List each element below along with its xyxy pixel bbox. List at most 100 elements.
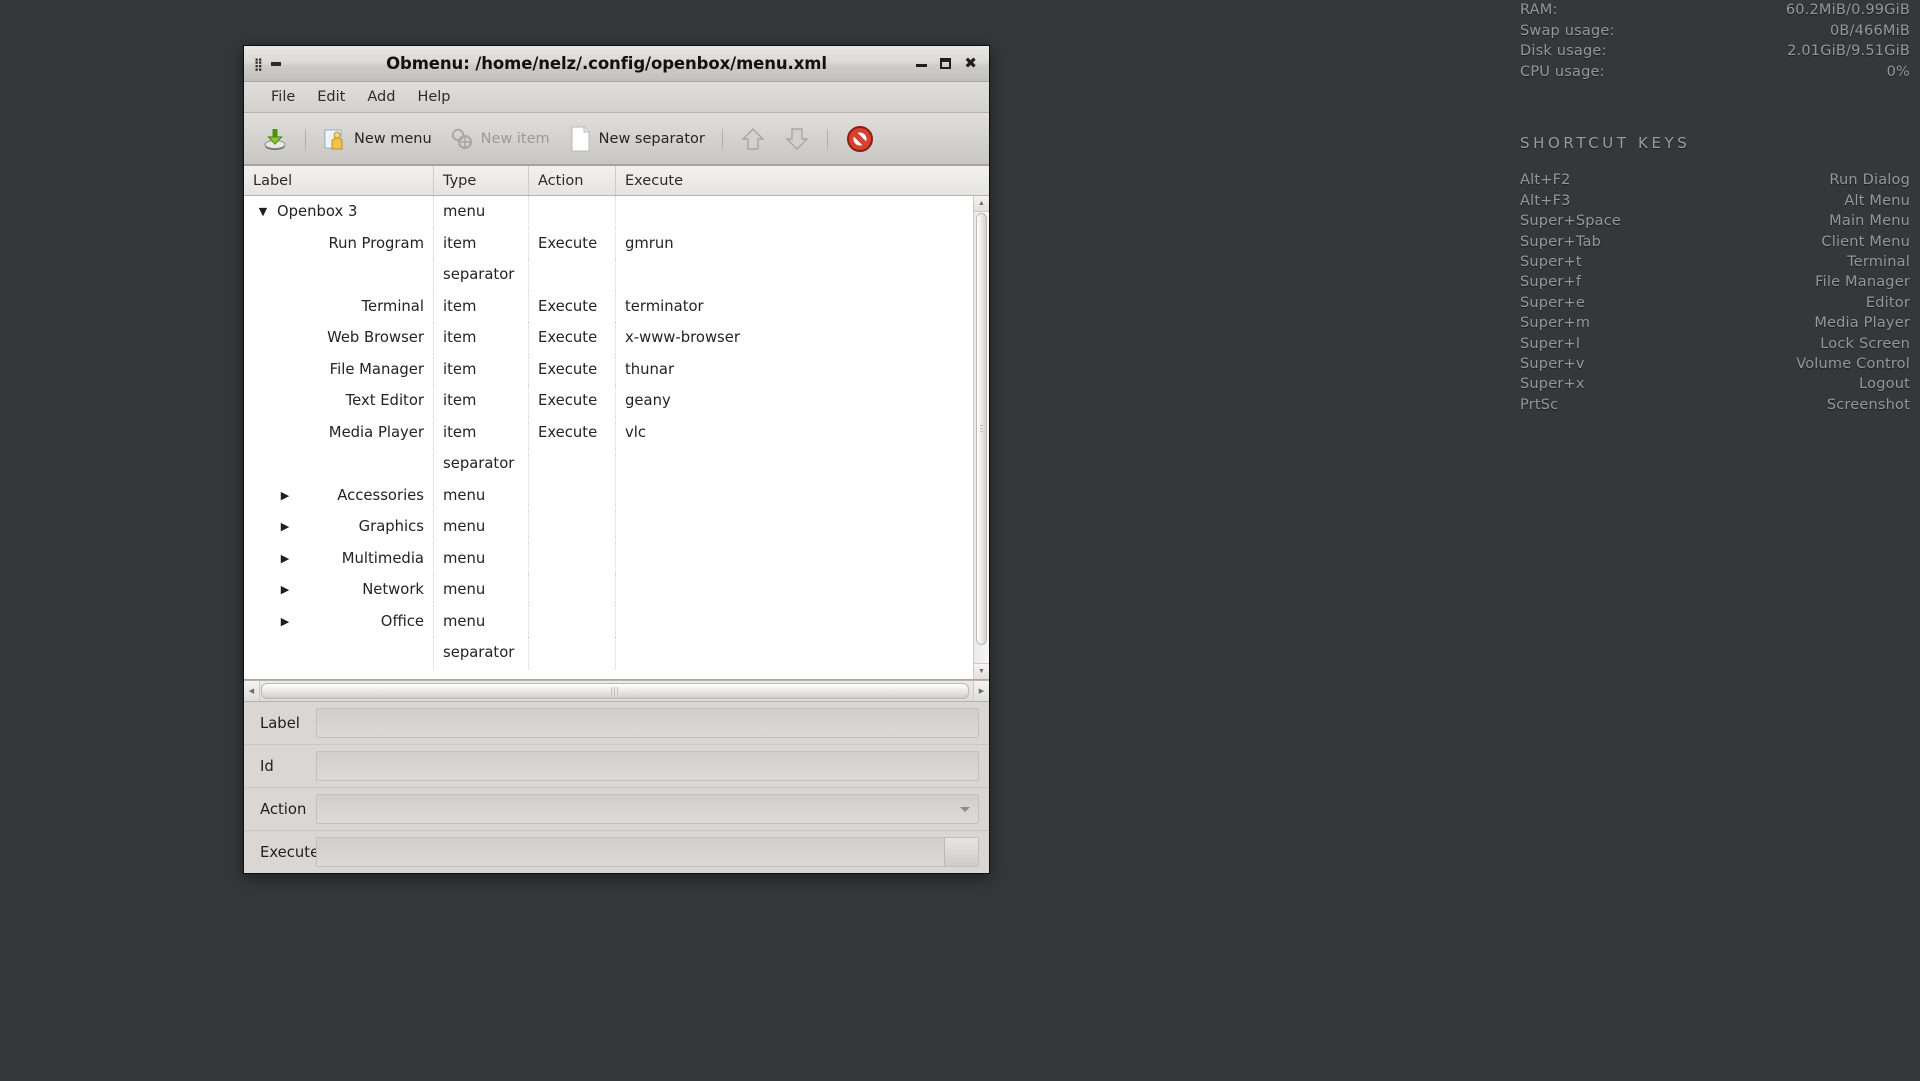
conky-shortcut-row: PrtSc Screenshot <box>1520 395 1910 415</box>
conky-shortcut-row: Super+f File Manager <box>1520 272 1910 292</box>
chevron-down-icon[interactable] <box>960 807 970 812</box>
conky-shortcut-key: Super+x <box>1520 376 1585 393</box>
tree-label-text: File Manager <box>329 360 424 378</box>
tree-row[interactable]: ▶ Graphics menu <box>244 511 973 543</box>
tree-label-text: Terminal <box>361 297 424 315</box>
conky-shortcut-value: Lock Screen <box>1820 335 1910 352</box>
menu-edit[interactable]: Edit <box>306 86 356 108</box>
tree-row[interactable]: Web Browser item Execute x-www-browser <box>244 322 973 354</box>
tree-cell-action: Execute <box>529 290 616 322</box>
menu-add[interactable]: Add <box>356 86 406 108</box>
scroll-left-button[interactable]: ◀ <box>244 681 260 701</box>
tree-row[interactable]: ▶ Network menu <box>244 574 973 606</box>
scroll-down-button[interactable]: ▼ <box>974 663 989 679</box>
tree-rows-container: ▼ Openbox 3 menu Run Program item Execute gmru… <box>244 196 973 679</box>
tree-cell-execute: x-www-browser <box>625 329 740 347</box>
conky-shortcut-key: Super+Space <box>1520 213 1622 230</box>
tree-row[interactable]: Text Editor item Execute geany <box>244 385 973 417</box>
arrow-down-icon <box>784 126 810 152</box>
conky-shortcut-row: Super+t Terminal <box>1520 252 1910 272</box>
tree-label-text: Run Program <box>328 234 424 252</box>
tree-cell-execute <box>616 543 973 575</box>
tree-row[interactable]: ▼ Openbox 3 menu <box>244 196 973 228</box>
action-input[interactable] <box>316 794 979 824</box>
conky-shortcut-value: Client Menu <box>1821 233 1910 250</box>
tree-row[interactable]: separator <box>244 448 973 480</box>
new-separator-button[interactable]: New separator <box>560 122 713 156</box>
tree-expander-collapsed-icon[interactable]: ▶ <box>274 553 296 564</box>
conky-shortcut-key: Super+Tab <box>1520 233 1601 250</box>
tree-cell-execute <box>616 480 973 512</box>
conky-shortcut-key: Super+l <box>1520 335 1581 352</box>
tree-row[interactable]: separator <box>244 259 973 291</box>
tree-row[interactable]: Run Program item Execute gmrun <box>244 227 973 259</box>
tree-cell-execute <box>616 511 973 543</box>
tree-expander-collapsed-icon[interactable]: ▶ <box>274 521 296 532</box>
tree-column-header-label[interactable]: Label <box>244 166 434 195</box>
toolbar-separator-1 <box>305 124 306 153</box>
menu-help[interactable]: Help <box>406 86 461 108</box>
tree-expander-collapsed-icon[interactable]: ▶ <box>274 490 296 501</box>
conky-shortcut-row: Alt+F2 Run Dialog <box>1520 170 1910 190</box>
menu-tree-view: Label Type Action Execute ▼ Openbox 3 menu… <box>244 165 989 680</box>
tree-cell-type: item <box>434 416 529 448</box>
window-shade-icon[interactable] <box>270 61 281 66</box>
window-titlebar[interactable]: ⣿ Obmenu: /home/nelz/.config/openbox/men… <box>244 46 989 82</box>
tree-column-header-execute[interactable]: Execute <box>616 166 989 195</box>
titlebar-left-icons: ⣿ <box>254 58 314 70</box>
scroll-up-button[interactable]: ▲ <box>974 196 989 212</box>
tree-expander-expanded-icon[interactable]: ▼ <box>252 206 274 217</box>
move-down-button[interactable] <box>776 122 818 156</box>
desktop: RAM: 60.2MiB/0.99GiB Swap usage: 0B/466MiB D… <box>0 0 1920 1081</box>
tree-column-header-type[interactable]: Type <box>434 166 529 195</box>
hscroll-thumb-grip <box>611 687 619 695</box>
tree-row[interactable]: Media Player item Execute vlc <box>244 416 973 448</box>
window-title: Obmenu: /home/nelz/.config/openbox/menu.… <box>386 54 827 73</box>
conky-shortcut-keys-title: SHORTCUT KEYS <box>1520 134 1691 153</box>
tree-cell-action <box>529 196 616 228</box>
tree-horizontal-scrollbar[interactable]: ◀ ▶ <box>244 680 989 702</box>
tree-row[interactable]: ▶ Multimedia menu <box>244 542 973 575</box>
tree-expander-collapsed-icon[interactable]: ▶ <box>274 584 296 595</box>
tree-cell-type: separator <box>434 637 529 669</box>
minimize-icon[interactable] <box>916 64 928 67</box>
tree-cell-action <box>529 605 616 637</box>
tree-cell-type: separator <box>434 259 529 291</box>
tree-cell-action <box>529 448 616 480</box>
tree-column-header-action[interactable]: Action <box>529 166 616 195</box>
conky-shortcut-row: Super+v Volume Control <box>1520 354 1910 374</box>
maximize-icon[interactable] <box>940 58 952 69</box>
id-input[interactable] <box>316 751 979 781</box>
conky-shortcut-key: Super+m <box>1520 315 1591 332</box>
tree-row[interactable]: File Manager item Execute thunar <box>244 353 973 385</box>
move-up-button[interactable] <box>732 122 774 156</box>
tree-expander-collapsed-icon[interactable]: ▶ <box>274 616 296 627</box>
menu-file[interactable]: File <box>260 86 306 108</box>
delete-button[interactable] <box>837 120 883 158</box>
label-input[interactable] <box>316 708 979 738</box>
horizontal-scroll-thumb[interactable] <box>261 683 969 699</box>
tree-row[interactable]: separator <box>244 637 973 669</box>
execute-input[interactable] <box>316 837 979 867</box>
conky-shortcut-value: Run Dialog <box>1829 172 1910 189</box>
scroll-right-button[interactable]: ▶ <box>973 681 989 701</box>
tree-row[interactable]: Terminal item Execute terminator <box>244 290 973 322</box>
execute-browse-button[interactable] <box>944 838 978 866</box>
tree-cell-action <box>529 259 616 291</box>
tree-cell-type: menu <box>434 196 529 228</box>
conky-shortcut-key: Alt+F2 <box>1520 172 1571 189</box>
tree-vertical-scrollbar[interactable]: ▲ ▼ <box>973 196 989 679</box>
conky-shortcut-row: Super+Space Main Menu <box>1520 211 1910 231</box>
tree-row[interactable]: ▶ Office menu <box>244 605 973 637</box>
vertical-scroll-thumb[interactable] <box>976 213 987 645</box>
window-menu-icon[interactable]: ⣿ <box>254 58 263 70</box>
new-menu-button[interactable]: New menu <box>315 123 440 155</box>
new-item-label: New item <box>480 130 550 147</box>
save-button[interactable] <box>254 122 296 156</box>
new-item-button[interactable]: New item <box>442 123 558 155</box>
conky-shortcut-row: Super+Tab Client Menu <box>1520 232 1910 252</box>
tree-row[interactable]: ▶ Accessories menu <box>244 479 973 512</box>
close-icon[interactable]: ✖ <box>964 56 977 71</box>
tree-cell-execute: thunar <box>625 360 675 378</box>
tree-cell-label: ▶ Graphics <box>244 511 434 543</box>
